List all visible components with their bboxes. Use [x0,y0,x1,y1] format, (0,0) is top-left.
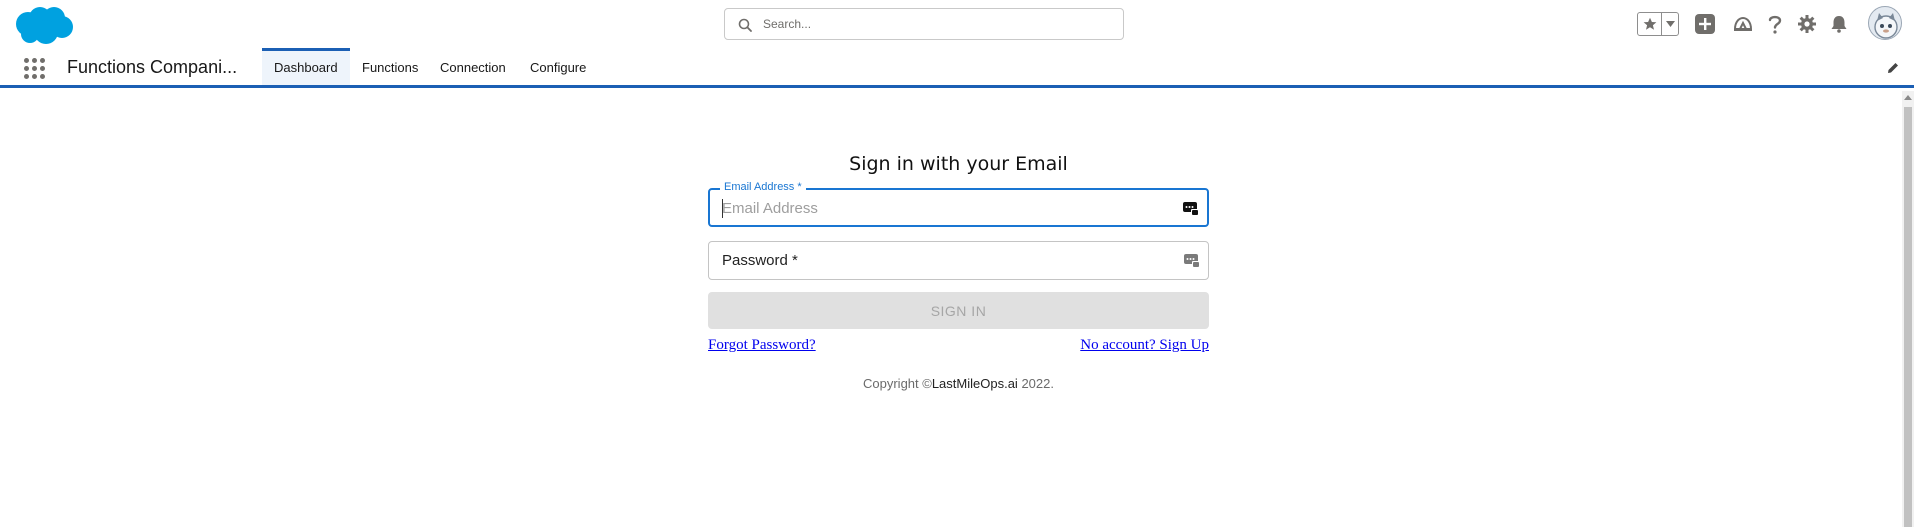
tab-functions[interactable]: Functions [350,48,430,85]
tab-dashboard[interactable]: Dashboard [262,48,350,85]
app-nav-bar: Functions Compani... Dashboard Functions… [0,48,1914,88]
favorites-group[interactable] [1637,12,1679,36]
search-placeholder: Search... [763,17,812,31]
password-manager-icon[interactable] [1183,200,1199,216]
copyright-prefix: Copyright © [863,376,932,391]
vertical-scrollbar[interactable] [1902,91,1914,527]
gear-icon [1798,15,1816,33]
password-manager-icon[interactable] [1184,252,1200,268]
help-button[interactable] [1764,13,1786,35]
main-content: Sign in with your Email Email Address * … [0,91,1914,527]
help-icon [1768,15,1782,34]
sign-up-link[interactable]: No account? Sign Up [1080,337,1209,354]
email-field[interactable]: Email Address * Email Address [708,181,1209,227]
forgot-password-link[interactable]: Forgot Password? [708,337,816,354]
bell-icon [1831,16,1847,33]
scrollbar-thumb[interactable] [1904,107,1912,527]
global-header: Search... [0,0,1914,48]
copyright-text: Copyright ©LastMileOps.ai 2022. [708,376,1209,391]
trailhead-icon [1733,16,1753,31]
sign-in-button[interactable]: SIGN IN [708,292,1209,329]
text-caret [722,199,723,218]
global-search[interactable]: Search... [724,8,1124,40]
user-avatar[interactable] [1868,6,1902,40]
astro-avatar-icon [1874,13,1898,39]
favorites-button[interactable] [1638,13,1662,35]
global-actions-button[interactable] [1694,13,1716,35]
salesforce-logo[interactable] [12,4,74,46]
notifications-button[interactable] [1828,13,1850,35]
tab-connection[interactable]: Connection [428,48,518,85]
app-launcher-icon[interactable] [24,58,46,80]
favorites-dropdown-button[interactable] [1662,13,1678,35]
scroll-up-arrow[interactable] [1904,95,1912,100]
password-field[interactable]: Password * [708,241,1209,280]
copyright-brand: LastMileOps.ai [931,376,1018,391]
signin-title: Sign in with your Email [849,153,1068,175]
search-icon [738,18,752,32]
chevron-down-icon [1665,21,1675,27]
password-label: Password * [722,252,798,269]
tab-configure[interactable]: Configure [518,48,598,85]
email-label: Email Address * [720,181,806,193]
trailhead-button[interactable] [1732,13,1754,35]
edit-nav-icon[interactable] [1886,61,1900,75]
setup-button[interactable] [1796,13,1818,35]
app-name: Functions Compani... [67,57,238,77]
star-icon [1643,17,1656,30]
add-icon [1695,14,1715,34]
copyright-year: 2022. [1021,376,1054,391]
email-placeholder: Email Address [722,200,818,217]
